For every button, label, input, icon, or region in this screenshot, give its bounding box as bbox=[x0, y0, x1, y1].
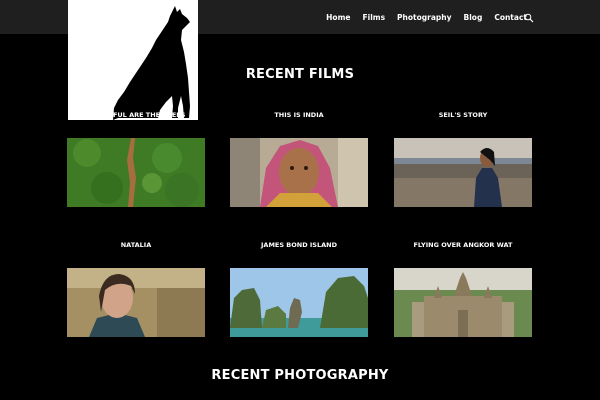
film-title[interactable]: JAMES BOND ISLAND bbox=[230, 241, 368, 249]
portrait-woman-india-thumbnail[interactable] bbox=[230, 138, 368, 207]
nav-blog[interactable]: Blog bbox=[464, 13, 483, 22]
main-nav: Home Films Photography Blog Contact bbox=[326, 0, 527, 34]
wolf-silhouette-icon bbox=[113, 6, 190, 120]
film-title[interactable]: SEIL'S STORY bbox=[394, 111, 532, 119]
film-title[interactable]: THIS IS INDIA bbox=[230, 111, 368, 119]
nav-home[interactable]: Home bbox=[326, 13, 350, 22]
angkor-wat-aerial-thumbnail[interactable] bbox=[394, 268, 532, 337]
beach-girl-thumbnail[interactable] bbox=[394, 138, 532, 207]
recent-photography-heading: RECENT PHOTOGRAPHY bbox=[211, 368, 389, 383]
nav-films[interactable]: Films bbox=[363, 13, 386, 22]
recent-films-heading: RECENT FILMS bbox=[245, 67, 355, 82]
film-title[interactable]: NATALIA bbox=[67, 241, 205, 249]
film-title[interactable]: FLYING OVER ANGKOR WAT bbox=[394, 241, 532, 249]
forest-aerial-thumbnail[interactable] bbox=[67, 138, 205, 207]
nav-photography[interactable]: Photography bbox=[397, 13, 451, 22]
search-icon[interactable] bbox=[524, 13, 534, 23]
film-title[interactable]: BEAUTIFUL ARE THE TREES bbox=[67, 111, 205, 119]
nav-contact[interactable]: Contact bbox=[494, 13, 527, 22]
island-rocks-thumbnail[interactable] bbox=[230, 268, 368, 337]
site-logo[interactable] bbox=[68, 0, 198, 120]
portrait-natalia-thumbnail[interactable] bbox=[67, 268, 205, 337]
